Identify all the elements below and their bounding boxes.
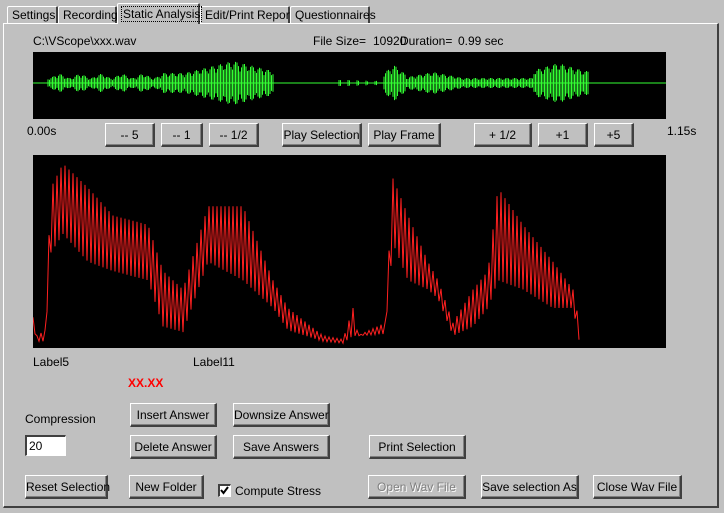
tab-label: Settings	[12, 8, 56, 22]
waveform-display[interactable]	[33, 52, 666, 119]
downsize-answer-button[interactable]: Downsize Answer	[233, 403, 330, 427]
duration-label: Duration=	[400, 34, 453, 48]
forward-half-button[interactable]: + 1/2	[474, 123, 532, 147]
play-frame-button[interactable]: Play Frame	[368, 123, 441, 147]
tab-edit-print-report[interactable]: Edit/Print Report	[200, 6, 294, 23]
file-size-label: File Size=	[313, 34, 367, 48]
tab-label: Static Analysis	[120, 6, 203, 22]
close-wav-file-button[interactable]: Close Wav File	[593, 475, 682, 499]
stress-value: XX.XX	[128, 376, 164, 390]
compute-stress-label: Compute Stress	[235, 484, 322, 498]
play-selection-button[interactable]: Play Selection	[282, 123, 362, 147]
tab-label: Recording	[63, 8, 118, 22]
delete-answer-button[interactable]: Delete Answer	[130, 435, 217, 459]
tab-static-analysis[interactable]: Static Analysis	[117, 3, 203, 24]
pitch-plot[interactable]	[32, 155, 666, 348]
checkmark-icon	[220, 486, 229, 495]
pitch-trace	[32, 165, 580, 345]
tab-settings[interactable]: Settings	[7, 6, 58, 23]
compression-input[interactable]	[25, 435, 66, 456]
label11: Label11	[193, 355, 235, 369]
tab-label: Edit/Print Report	[205, 8, 294, 22]
tab-label: Questionnaires	[295, 8, 376, 22]
new-folder-button[interactable]: New Folder	[129, 475, 204, 499]
save-answers-button[interactable]: Save Answers	[233, 435, 330, 459]
time-start-label: 0.00s	[27, 124, 57, 138]
back-half-button[interactable]: -- 1/2	[209, 123, 259, 147]
tab-recording[interactable]: Recording	[58, 6, 118, 23]
waveform-svg	[33, 61, 666, 105]
duration-value: 0.99 sec	[458, 34, 504, 48]
file-path: C:\VScope\xxx.wav	[33, 34, 137, 48]
forward-5-button[interactable]: +5	[594, 123, 634, 147]
back-1-button[interactable]: -- 1	[161, 123, 203, 147]
save-selection-as-button[interactable]: Save selection As	[481, 475, 579, 499]
time-end-label: 1.15s	[667, 124, 697, 138]
insert-answer-button[interactable]: Insert Answer	[130, 403, 217, 427]
reset-selection-button[interactable]: Reset Selection	[25, 475, 110, 499]
back-5-button[interactable]: -- 5	[105, 123, 155, 147]
tab-questionnaires[interactable]: Questionnaires	[290, 6, 376, 23]
open-wav-file-button[interactable]: Open Wav File	[368, 475, 466, 499]
print-selection-button[interactable]: Print Selection	[369, 435, 466, 459]
forward-1-button[interactable]: +1	[538, 123, 588, 147]
compression-label: Compression	[25, 412, 96, 426]
compute-stress-checkbox[interactable]	[218, 484, 231, 497]
label5: Label5	[33, 355, 70, 369]
pitch-svg	[32, 165, 580, 345]
